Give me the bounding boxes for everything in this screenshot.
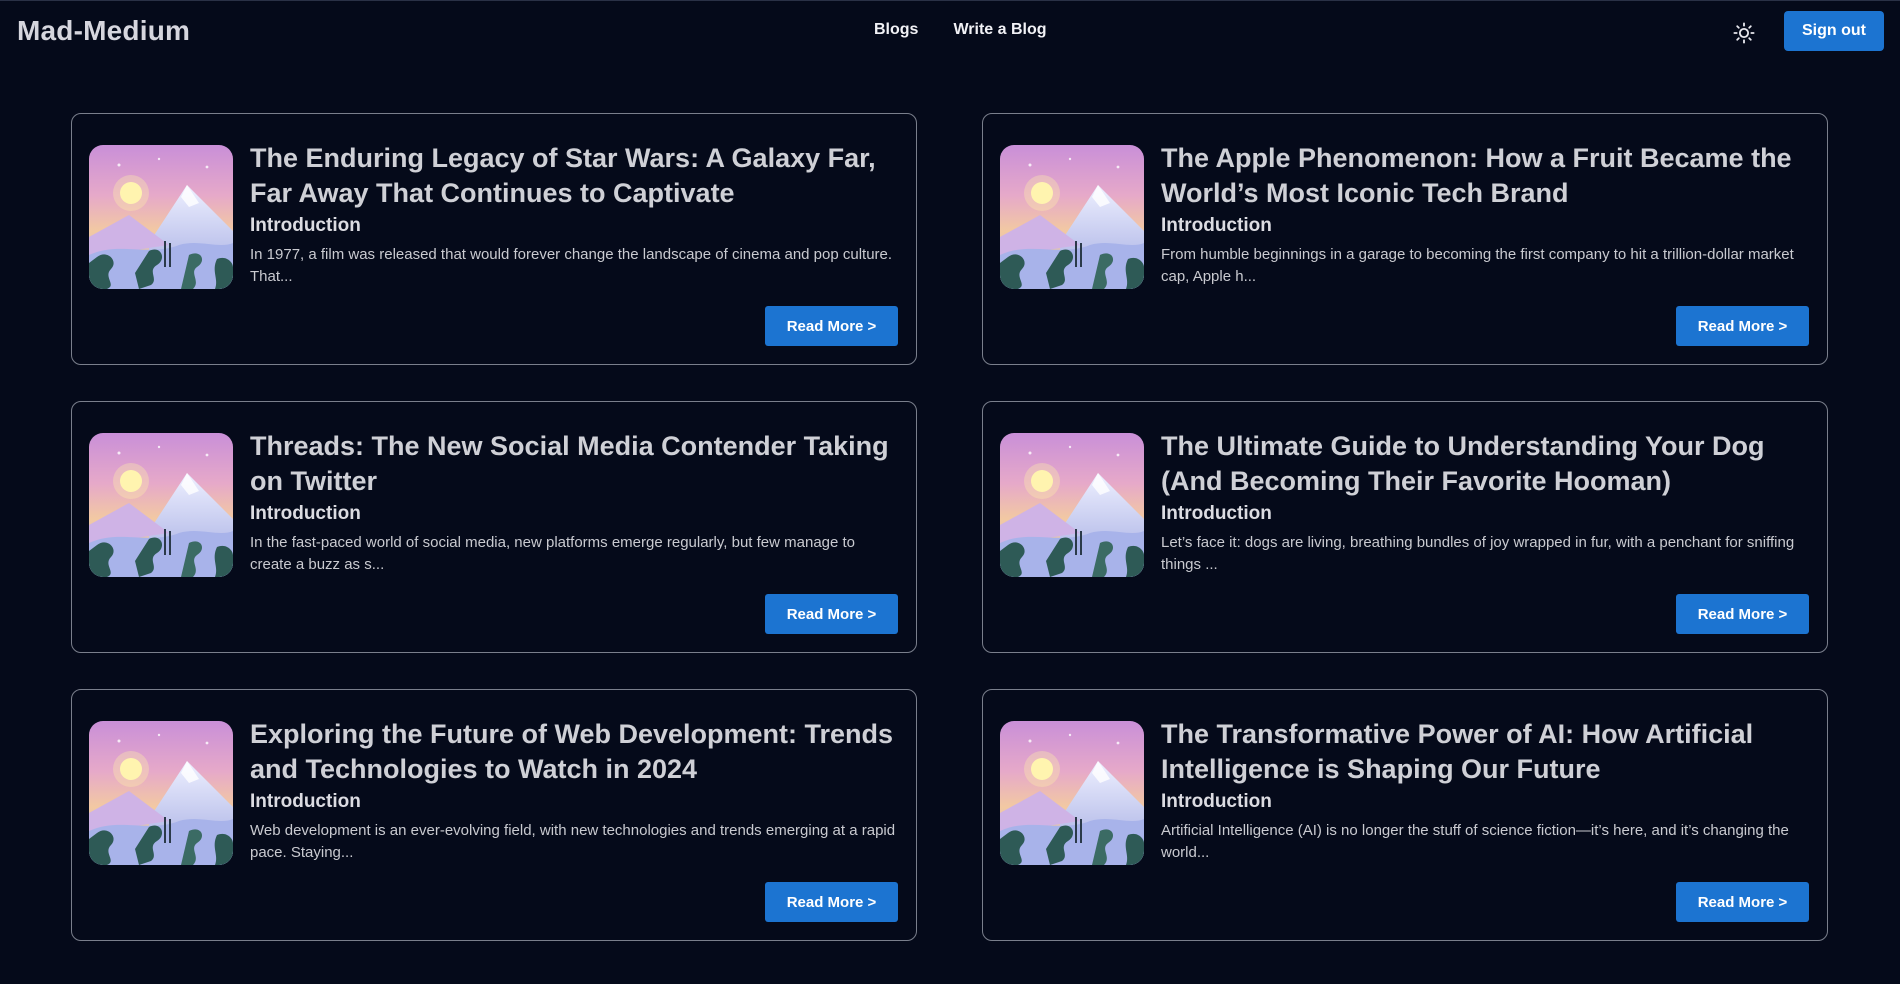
nav-links: Blogs Write a Blog — [874, 21, 1047, 39]
blog-title[interactable]: Exploring the Future of Web Development:… — [250, 717, 898, 787]
blog-subtitle: Introduction — [250, 791, 361, 812]
navbar: Mad-Medium Blogs Write a Blog Sign out — [0, 0, 1900, 63]
read-more-button[interactable]: Read More > — [1676, 882, 1809, 922]
sun-icon — [1733, 22, 1755, 44]
read-more-button[interactable]: Read More > — [765, 882, 898, 922]
blog-subtitle: Introduction — [1161, 791, 1272, 812]
blog-title[interactable]: The Enduring Legacy of Star Wars: A Gala… — [250, 141, 898, 211]
blog-thumbnail — [1000, 145, 1144, 289]
blog-excerpt: Artificial Intelligence (AI) is no longe… — [1161, 822, 1789, 861]
read-more-button[interactable]: Read More > — [765, 594, 898, 634]
blog-grid: The Enduring Legacy of Star Wars: A Gala… — [71, 113, 1830, 941]
nav-blogs-link[interactable]: Blogs — [874, 21, 918, 39]
blog-card: The Enduring Legacy of Star Wars: A Gala… — [71, 113, 917, 365]
blog-thumbnail — [89, 145, 233, 289]
blog-card: Threads: The New Social Media Contender … — [71, 401, 917, 653]
read-more-button[interactable]: Read More > — [765, 306, 898, 346]
read-more-button[interactable]: Read More > — [1676, 306, 1809, 346]
blog-title[interactable]: The Transformative Power of AI: How Arti… — [1161, 717, 1809, 787]
blog-title[interactable]: The Apple Phenomenon: How a Fruit Became… — [1161, 141, 1809, 211]
blog-excerpt: From humble beginnings in a garage to be… — [1161, 246, 1794, 285]
blog-title[interactable]: The Ultimate Guide to Understanding Your… — [1161, 429, 1809, 499]
theme-toggle-button[interactable] — [1729, 18, 1759, 48]
blog-thumbnail — [89, 433, 233, 577]
blog-card: The Ultimate Guide to Understanding Your… — [982, 401, 1828, 653]
blog-excerpt: In the fast-paced world of social media,… — [250, 534, 856, 573]
sign-out-button[interactable]: Sign out — [1784, 11, 1884, 51]
blog-card: Exploring the Future of Web Development:… — [71, 689, 917, 941]
blog-card: The Transformative Power of AI: How Arti… — [982, 689, 1828, 941]
blog-subtitle: Introduction — [1161, 215, 1272, 236]
blog-excerpt: Let’s face it: dogs are living, breathin… — [1161, 534, 1795, 573]
blog-subtitle: Introduction — [250, 215, 361, 236]
blog-subtitle: Introduction — [1161, 503, 1272, 524]
blog-card: The Apple Phenomenon: How a Fruit Became… — [982, 113, 1828, 365]
blog-title[interactable]: Threads: The New Social Media Contender … — [250, 429, 898, 499]
blog-thumbnail — [1000, 721, 1144, 865]
brand-logo[interactable]: Mad-Medium — [17, 15, 190, 47]
blog-thumbnail — [89, 721, 233, 865]
read-more-button[interactable]: Read More > — [1676, 594, 1809, 634]
blog-subtitle: Introduction — [250, 503, 361, 524]
blog-excerpt: Web development is an ever-evolving fiel… — [250, 822, 896, 861]
blog-thumbnail — [1000, 433, 1144, 577]
blog-excerpt: In 1977, a film was released that would … — [250, 246, 893, 285]
nav-write-blog-link[interactable]: Write a Blog — [953, 21, 1046, 39]
